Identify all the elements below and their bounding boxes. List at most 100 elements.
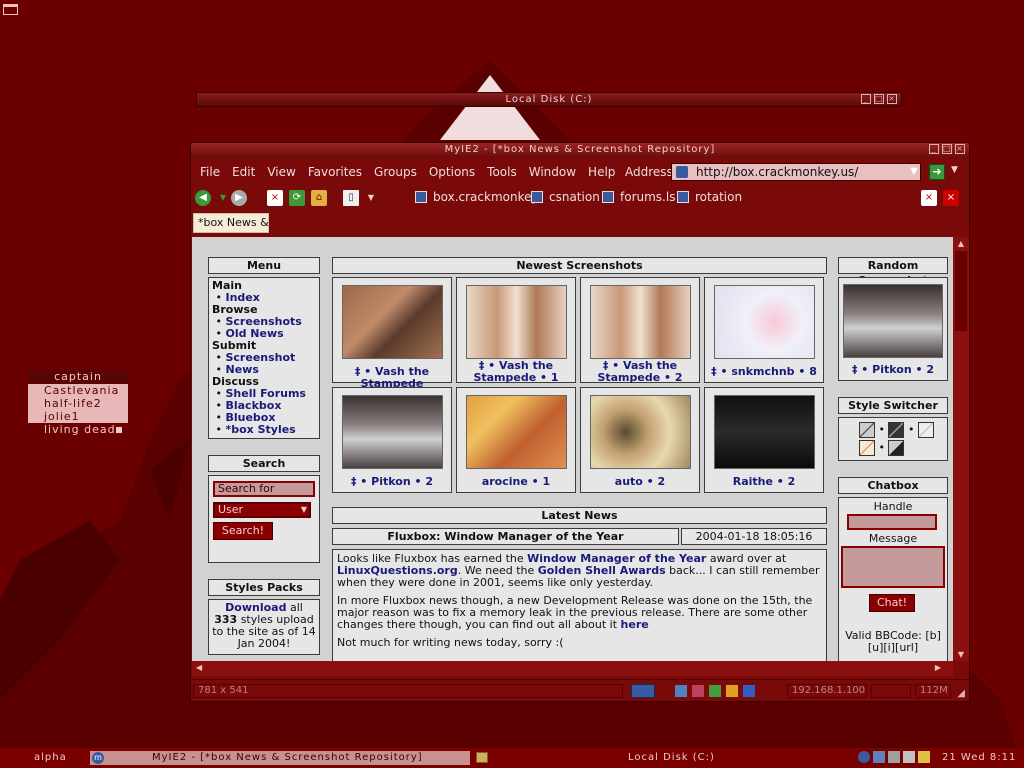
menu-link-box-styles[interactable]: • *box Styles <box>209 424 319 436</box>
screenshot-image[interactable] <box>714 285 815 359</box>
maximize-icon[interactable]: □ <box>942 144 952 154</box>
screenshot-thumb[interactable]: ‡ • Vash the Stampede • 1 <box>456 277 576 384</box>
resize-grip-icon[interactable]: ◢ <box>957 688 965 699</box>
bookmark-box-crackmonkey[interactable]: box.crackmonkey <box>415 190 539 204</box>
go-button[interactable]: ➜ <box>929 164 945 180</box>
screenshot-image[interactable] <box>714 395 815 469</box>
screenshot-image[interactable] <box>342 395 443 469</box>
new-page-dropdown-icon[interactable]: ▼ <box>363 190 379 206</box>
volume-icon[interactable] <box>903 751 915 763</box>
menu-groups[interactable]: Groups <box>374 165 417 179</box>
menu-tools[interactable]: Tools <box>487 165 517 179</box>
vertical-scrollbar[interactable]: ▲ ▼ <box>953 237 969 661</box>
style-swatch[interactable] <box>917 422 934 438</box>
close-icon[interactable]: × <box>887 94 897 104</box>
link-box-styles[interactable]: *box Styles <box>225 423 295 436</box>
minimize-icon[interactable]: _ <box>929 144 939 154</box>
screenshot-thumb[interactable]: ‡ • Vash the Stampede • 2 <box>580 277 700 384</box>
menu-file[interactable]: File <box>200 165 220 179</box>
close-all-icon[interactable]: × <box>943 190 959 206</box>
tab-box-news[interactable]: *box News & ... <box>193 213 269 233</box>
bookmark-rotation[interactable]: rotation <box>677 190 742 204</box>
menu-edit[interactable]: Edit <box>232 165 255 179</box>
screenshot-image[interactable] <box>590 285 691 359</box>
browser-titlebar[interactable]: MyIE2 - [*box News & Screenshot Reposito… <box>191 143 969 158</box>
popup-blocker-icon[interactable] <box>675 685 687 697</box>
screenshot-image[interactable] <box>466 285 567 359</box>
scroll-thumb[interactable] <box>955 251 967 331</box>
menu-item-half-life2[interactable]: half-life2 <box>28 397 128 410</box>
back-dropdown-icon[interactable]: ▼ <box>215 190 231 206</box>
local-disk-window-titlebar[interactable]: Local Disk (C:) _ □ × <box>196 92 902 107</box>
link-here[interactable]: here <box>621 618 649 631</box>
script-icon[interactable] <box>743 685 755 697</box>
forward-icon[interactable]: ▶ <box>231 190 247 206</box>
style-swatch[interactable] <box>859 440 875 456</box>
home-icon[interactable]: ⌂ <box>311 190 327 206</box>
menu-help[interactable]: Help <box>588 165 615 179</box>
window-menu-icon[interactable] <box>3 4 18 15</box>
screenshot-image[interactable] <box>466 395 567 469</box>
notepad-icon[interactable] <box>918 751 930 763</box>
task-local-disk[interactable]: Local Disk (C:) <box>628 751 715 765</box>
scroll-left-icon[interactable]: ◀ <box>196 663 202 672</box>
screenshot-thumb[interactable]: auto • 2 <box>580 387 700 493</box>
menu-view[interactable]: View <box>267 165 295 179</box>
screenshot-caption[interactable]: ‡ • Pitkon • 2 <box>333 476 451 488</box>
minimize-icon[interactable]: _ <box>861 94 871 104</box>
workspace-name[interactable]: alpha <box>34 751 67 765</box>
search-type-select[interactable]: User ▼ <box>213 502 311 518</box>
search-button[interactable]: Search! <box>213 522 273 540</box>
flash-icon[interactable] <box>726 685 738 697</box>
bookmark-csnation[interactable]: csnation <box>531 190 600 204</box>
grid-icon[interactable] <box>631 684 655 698</box>
screenshot-caption[interactable]: ‡ • Vash the Stampede • 1 <box>457 360 575 384</box>
screenshot-caption[interactable]: ‡ • Vash the Stampede • 2 <box>581 360 699 384</box>
new-page-icon[interactable]: ▯ <box>343 190 359 206</box>
screenshot-caption[interactable]: ‡ • Pitkon • 2 <box>839 364 947 376</box>
chevron-down-icon[interactable]: ▼ <box>910 164 918 180</box>
screenshot-thumb[interactable]: ‡ • Vash the Stampede <box>332 277 452 390</box>
screenshot-thumb[interactable]: ‡ • Pitkon • 2 <box>332 387 452 493</box>
screenshot-caption[interactable]: auto • 2 <box>581 476 699 488</box>
style-swatch[interactable] <box>888 440 905 456</box>
screenshot-caption[interactable]: arocine • 1 <box>457 476 575 488</box>
scroll-down-icon[interactable]: ▼ <box>953 650 969 659</box>
horizontal-scrollbar[interactable]: ◀ ▶ <box>192 661 953 677</box>
screenshot-thumb[interactable]: Raithe • 2 <box>704 387 824 493</box>
close-tab-icon[interactable]: × <box>921 190 937 206</box>
close-icon[interactable]: × <box>955 144 965 154</box>
screenshot-thumb[interactable]: ‡ • snkmchnb • 8 <box>704 277 824 383</box>
menu-window[interactable]: Window <box>529 165 576 179</box>
screenshot-caption[interactable]: Raithe • 2 <box>705 476 823 488</box>
paint-icon[interactable] <box>692 685 704 697</box>
stop-icon[interactable]: × <box>267 190 283 206</box>
bookmark-forums-ls[interactable]: forums.ls <box>602 190 675 204</box>
style-swatch[interactable] <box>859 422 875 438</box>
scroll-right-icon[interactable]: ▶ <box>935 663 941 672</box>
browser-tray-icon[interactable] <box>858 751 870 763</box>
screenshot-thumb[interactable]: arocine • 1 <box>456 387 576 493</box>
scroll-up-icon[interactable]: ▲ <box>953 239 969 248</box>
screenshot-image[interactable] <box>342 285 443 359</box>
screenshot-image[interactable] <box>843 284 943 358</box>
style-swatch[interactable] <box>888 422 905 438</box>
handle-input[interactable] <box>847 514 937 530</box>
menu-item-jolie1[interactable]: jolie1 <box>28 410 128 423</box>
refresh-icon[interactable]: ⟳ <box>289 190 305 206</box>
chat-button[interactable]: Chat! <box>869 594 915 612</box>
address-input[interactable]: http://box.crackmonkey.us/ ▼ <box>671 163 921 181</box>
network-icon[interactable] <box>873 751 885 763</box>
menu-options[interactable]: Options <box>429 165 475 179</box>
menu-item-living-dead[interactable]: living dead <box>28 423 128 436</box>
screenshot-caption[interactable]: ‡ • snkmchnb • 8 <box>705 366 823 378</box>
screenshot-image[interactable] <box>590 395 691 469</box>
settings-icon[interactable] <box>888 751 900 763</box>
menu-favorites[interactable]: Favorites <box>308 165 362 179</box>
search-input[interactable]: Search for <box>213 481 315 497</box>
download-icon[interactable] <box>709 685 721 697</box>
chevron-down-icon[interactable]: ▼ <box>951 165 958 175</box>
back-icon[interactable]: ◀ <box>195 190 211 206</box>
menu-item-castlevania[interactable]: Castlevania <box>28 384 128 397</box>
maximize-icon[interactable]: □ <box>874 94 884 104</box>
